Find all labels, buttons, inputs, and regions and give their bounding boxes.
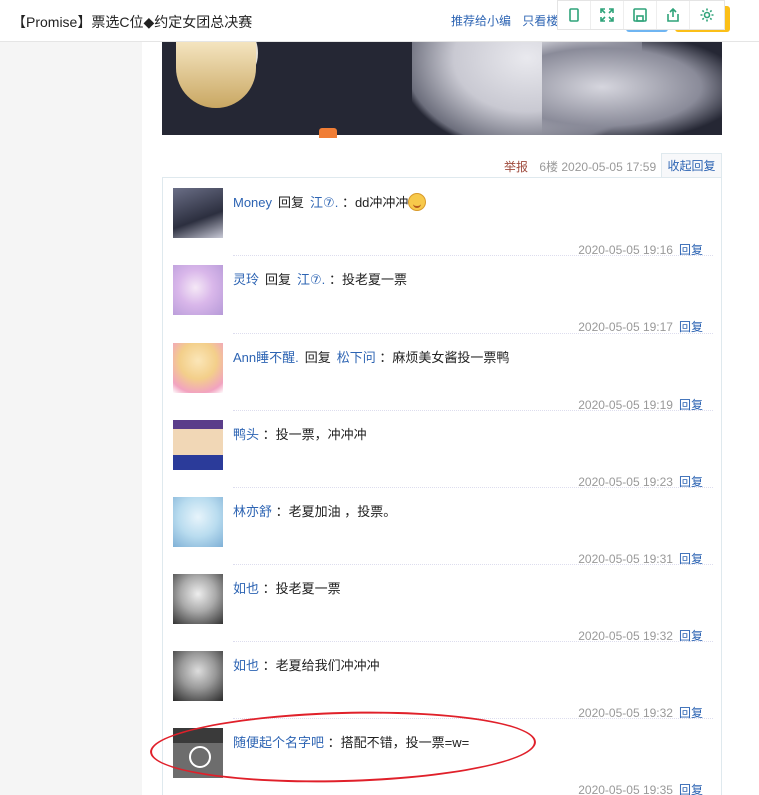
avatar[interactable] bbox=[173, 420, 223, 470]
reply-content: ：老夏给我们冲冲冲 bbox=[262, 658, 380, 673]
reply-user[interactable]: 如也 bbox=[233, 658, 259, 673]
reply-text: 如也 ：老夏给我们冲冲冲 bbox=[233, 655, 380, 674]
post-meta: 举报 6楼 2020-05-05 17:59 bbox=[504, 158, 656, 175]
avatar[interactable] bbox=[173, 343, 223, 393]
avatar[interactable] bbox=[173, 265, 223, 315]
reply-verb: 回复 bbox=[278, 195, 305, 210]
reply-target[interactable]: 江⑦. bbox=[297, 272, 325, 287]
avatar[interactable] bbox=[173, 574, 223, 624]
thread-title: 【Promise】票选C位◆约定女团总决赛 bbox=[12, 14, 253, 30]
reply-user[interactable]: Money bbox=[233, 195, 272, 210]
reply-user[interactable]: Ann睡不醒. bbox=[233, 350, 299, 365]
collapse-replies-button[interactable]: 收起回复 bbox=[661, 153, 722, 178]
image-expand-icon[interactable] bbox=[319, 128, 337, 138]
divider bbox=[233, 564, 713, 565]
reply-content: ：dd冲冲冲 bbox=[341, 195, 409, 210]
fullscreen-icon[interactable] bbox=[591, 1, 624, 29]
list-item: 灵玲 回复 江⑦. ：投老夏一票 2020-05-05 19:17 回复 bbox=[173, 255, 713, 334]
reply-time: 2020-05-05 19:35 bbox=[578, 783, 673, 795]
divider bbox=[233, 718, 713, 719]
reply-verb: 回复 bbox=[265, 272, 292, 287]
reply-content: ：搭配不错，投一票=w= bbox=[327, 735, 470, 750]
avatar[interactable] bbox=[173, 188, 223, 238]
list-item: 如也 ：投老夏一票 2020-05-05 19:32 回复 bbox=[173, 564, 713, 643]
reply-content: ：投老夏一票 bbox=[262, 581, 341, 596]
reply-target[interactable]: 松下问 bbox=[337, 350, 376, 365]
floating-toolbox bbox=[557, 0, 725, 30]
reply-link[interactable]: 回复 bbox=[679, 783, 703, 795]
list-item: 如也 ：老夏给我们冲冲冲 2020-05-05 19:32 回复 bbox=[173, 641, 713, 720]
settings-icon[interactable] bbox=[690, 1, 723, 29]
reply-user[interactable]: 随便起个名字吧 bbox=[233, 735, 324, 750]
reply-time: 2020-05-05 19:17 bbox=[578, 320, 673, 334]
ring-base-decoration bbox=[176, 42, 256, 108]
floor-time: 6楼 2020-05-05 17:59 bbox=[539, 160, 657, 174]
phone-icon[interactable] bbox=[558, 1, 591, 29]
share-icon[interactable] bbox=[657, 1, 690, 29]
reply-link[interactable]: 回复 bbox=[679, 320, 703, 334]
reply-text: 林亦舒 ：老夏加油 ，投票。 bbox=[233, 501, 396, 520]
divider bbox=[233, 641, 713, 642]
smile-emoji-icon bbox=[408, 193, 427, 211]
avatar[interactable] bbox=[173, 651, 223, 701]
reply-content: ：投老夏一票 bbox=[328, 272, 407, 287]
list-item: Ann睡不醒. 回复 松下问 ：麻烦美女酱投一票鸭 2020-05-05 19:19… bbox=[173, 333, 713, 412]
reply-user[interactable]: 灵玲 bbox=[233, 272, 259, 287]
avatar[interactable] bbox=[173, 728, 223, 778]
reply-text: 灵玲 回复 江⑦. ：投老夏一票 bbox=[233, 269, 407, 288]
avatar[interactable] bbox=[173, 497, 223, 547]
list-item: 随便起个名字吧 ：搭配不错，投一票=w= 2020-05-05 19:35 回复 bbox=[173, 718, 713, 795]
reply-verb: 回复 bbox=[304, 350, 331, 365]
reply-text: 如也 ：投老夏一票 bbox=[233, 578, 341, 597]
reply-user[interactable]: 鸭头 bbox=[233, 427, 259, 442]
reply-content: ：老夏加油 ，投票。 bbox=[275, 504, 397, 519]
reply-text: Ann睡不醒. 回复 松下问 ：麻烦美女酱投一票鸭 bbox=[233, 347, 509, 366]
reply-text: Money 回复 江⑦. ：dd冲冲冲 bbox=[233, 192, 427, 211]
divider bbox=[233, 255, 713, 256]
post-image[interactable] bbox=[162, 42, 722, 135]
reply-user[interactable]: 林亦舒 bbox=[233, 504, 272, 519]
divider bbox=[233, 333, 713, 334]
veil-decoration bbox=[542, 42, 722, 135]
reply-content: ：投一票，冲冲冲 bbox=[262, 427, 367, 442]
report-link[interactable]: 举报 bbox=[504, 160, 528, 174]
reply-meta: 2020-05-05 19:35 回复 bbox=[578, 781, 703, 795]
reply-text: 随便起个名字吧 ：搭配不错，投一票=w= bbox=[233, 732, 469, 751]
divider bbox=[233, 410, 713, 411]
reply-text: 鸭头 ：投一票，冲冲冲 bbox=[233, 424, 367, 443]
save-icon[interactable] bbox=[624, 1, 657, 29]
reply-list: Money 回复 江⑦. ：dd冲冲冲 2020-05-05 19:16 回复 灵玲回… bbox=[162, 177, 722, 795]
left-sidebar bbox=[0, 42, 142, 795]
list-item: Money 回复 江⑦. ：dd冲冲冲 2020-05-05 19:16 回复 bbox=[173, 178, 713, 257]
list-item: 鸭头 ：投一票，冲冲冲 2020-05-05 19:23 回复 bbox=[173, 410, 713, 489]
reply-user[interactable]: 如也 bbox=[233, 581, 259, 596]
reply-content: ：麻烦美女酱投一票鸭 bbox=[379, 350, 510, 365]
recommend-link[interactable]: 推荐给小编 bbox=[451, 14, 511, 28]
divider bbox=[233, 487, 713, 488]
reply-target[interactable]: 江⑦. bbox=[310, 195, 338, 210]
list-item: 林亦舒 ：老夏加油 ，投票。 2020-05-05 19:31 回复 bbox=[173, 487, 713, 566]
